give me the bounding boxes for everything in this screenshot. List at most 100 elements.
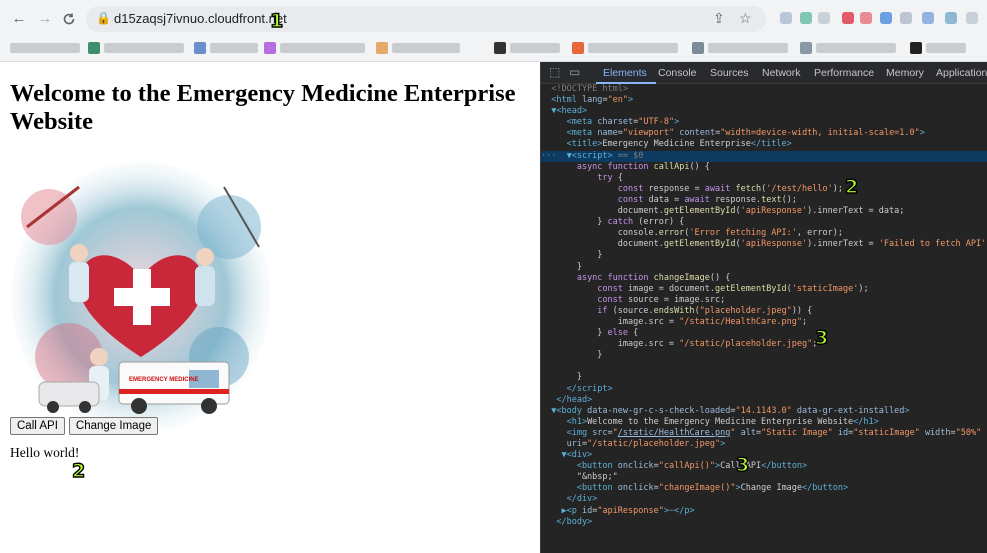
dom-line[interactable]: <button onclick="changeImage()">Change I… [541,483,987,494]
dom-line[interactable]: const image = document.getElementById('s… [541,284,987,295]
back-icon[interactable]: ← [10,10,28,28]
bookmark-favicon-icon [910,42,922,54]
tab-elements[interactable]: Elements [603,67,647,79]
dom-line[interactable]: ▶<p id="apiResponse">⋯</p> [541,506,987,517]
extension-icon[interactable] [842,12,854,24]
dom-line[interactable]: } [541,372,987,383]
devtools-tab-bar: ⬚ ▭ Elements Console Sources Network Per… [541,62,987,84]
bookmark-favicon-icon [194,42,206,54]
call-api-button[interactable]: Call API [10,417,65,435]
annotation-marker: 2 [844,175,859,198]
dom-line[interactable]: ▼<body data-new-gr-c-s-check-loaded="14.… [541,406,987,417]
dom-line[interactable]: image.src = "/static/HealthCare.png"; [541,317,987,328]
annotation-marker: 3 [735,453,750,476]
bookmark-item[interactable] [10,43,80,53]
dom-tree: <!DOCTYPE html> <html lang="en"> ▼<head>… [541,84,987,528]
change-image-button[interactable]: Change Image [68,417,159,435]
dom-line[interactable]: const source = image.src; [541,295,987,306]
bookmark-favicon-icon [376,42,388,54]
dom-line[interactable]: </div> [541,494,987,505]
dom-line[interactable]: </script> [541,384,987,395]
dom-line[interactable]: } [541,250,987,261]
bookmark-item[interactable] [926,43,966,53]
tab-application[interactable]: Application [936,67,987,79]
annotation-marker: 2 [71,459,86,482]
browser-toolbar: ← → 🔒 d15zaqsj7ivnuo.cloudfront.net ⇪ ☆ [0,0,987,62]
dom-line[interactable]: } else { [541,328,987,339]
page-title: Welcome to the Emergency Medicine Enterp… [10,80,516,135]
dom-line[interactable]: if (source.endsWith("placeholder.jpeg"))… [541,306,987,317]
inspect-element-icon[interactable]: ⬚ [549,65,560,79]
tab-performance[interactable]: Performance [814,67,874,79]
bookmarks-bar [0,38,987,60]
dom-line[interactable]: <!DOCTYPE html> [541,84,987,95]
dom-line[interactable]: try { [541,173,987,184]
extension-icon[interactable] [818,12,830,24]
bookmark-favicon-icon [692,42,704,54]
bookmark-item[interactable] [588,43,678,53]
bookmark-star-icon[interactable]: ☆ [739,10,752,27]
annotation-marker: 1 [269,9,284,32]
dom-line[interactable]: ▼<div> [541,450,987,461]
dom-line[interactable]: const response = await fetch('/test/hell… [541,184,987,195]
dom-line[interactable]: uri="/static/placeholder.jpeg"> [541,439,987,450]
bookmark-item[interactable] [708,43,788,53]
dom-line[interactable]: image.src = "/static/placeholder.jpeg"; [541,339,987,350]
extension-icon[interactable] [880,12,892,24]
page-content: Welcome to the Emergency Medicine Enterp… [0,62,540,553]
dom-line-selected[interactable]: ··· ▼<script> == $0 [541,150,987,162]
tab-network[interactable]: Network [762,67,801,79]
dom-line[interactable]: <meta charset="UTF-8"> [541,117,987,128]
dom-line[interactable]: } catch (error) { [541,217,987,228]
address-bar[interactable]: 🔒 d15zaqsj7ivnuo.cloudfront.net ⇪ ☆ [86,6,766,32]
dom-line[interactable]: "&nbsp;" [541,472,987,483]
lock-icon: 🔒 [96,11,111,25]
dom-line[interactable]: <title>Emergency Medicine Enterprise</ti… [541,139,987,150]
extension-icon[interactable] [922,12,934,24]
bookmark-item[interactable] [510,43,560,53]
dom-line[interactable]: <img src="/static/HealthCare.png" alt="S… [541,428,987,439]
extension-icon[interactable] [945,12,957,24]
device-toolbar-icon[interactable]: ▭ [569,65,580,79]
extension-icon[interactable] [800,12,812,24]
tab-memory[interactable]: Memory [886,67,924,79]
tab-console[interactable]: Console [658,67,697,79]
dom-line[interactable]: async function callApi() { [541,162,987,173]
dom-line[interactable]: document.getElementById('apiResponse').i… [541,206,987,217]
dom-line[interactable]: const data = await response.text(); [541,195,987,206]
bookmark-item[interactable] [392,43,460,53]
bookmark-favicon-icon [494,42,506,54]
extension-icon[interactable] [966,12,978,24]
dom-line[interactable]: console.error('Error fetching API:', err… [541,228,987,239]
forward-icon[interactable]: → [36,10,54,28]
reload-icon[interactable] [60,10,78,31]
dom-line[interactable]: </head> [541,395,987,406]
dom-line[interactable]: ▼<head> [541,106,987,117]
dom-line[interactable]: document.getElementById('apiResponse').i… [541,239,987,250]
dom-line[interactable] [541,361,987,372]
bookmark-item[interactable] [210,43,258,53]
dom-line[interactable]: } [541,350,987,361]
bookmark-item[interactable] [816,43,896,53]
annotation-marker: 3 [814,326,829,349]
healthcare-illustration: EMERGENCY MEDICINE [11,162,271,432]
tab-sources[interactable]: Sources [710,67,749,79]
dom-line[interactable]: <button onclick="callApi()">Call API</bu… [541,461,987,472]
bookmark-favicon-icon [572,42,584,54]
dom-line[interactable]: </body> [541,517,987,528]
extension-icon[interactable] [860,12,872,24]
dom-line[interactable]: } [541,262,987,273]
share-icon[interactable]: ⇪ [713,10,725,27]
bookmark-item[interactable] [280,43,365,53]
bookmark-item[interactable] [104,43,184,53]
button-row: Call API Change Image [10,417,159,435]
dom-line[interactable]: <h1>Welcome to the Emergency Medicine En… [541,417,987,428]
bookmark-favicon-icon [88,42,100,54]
dom-line[interactable]: <html lang="en"> [541,95,987,106]
dom-line[interactable]: <meta name="viewport" content="width=dev… [541,128,987,139]
extension-icon[interactable] [900,12,912,24]
api-response: Hello world! [10,445,80,460]
extension-icon[interactable] [780,12,792,24]
dom-line[interactable]: async function changeImage() { [541,273,987,284]
devtools-panel: ⬚ ▭ Elements Console Sources Network Per… [540,62,987,553]
